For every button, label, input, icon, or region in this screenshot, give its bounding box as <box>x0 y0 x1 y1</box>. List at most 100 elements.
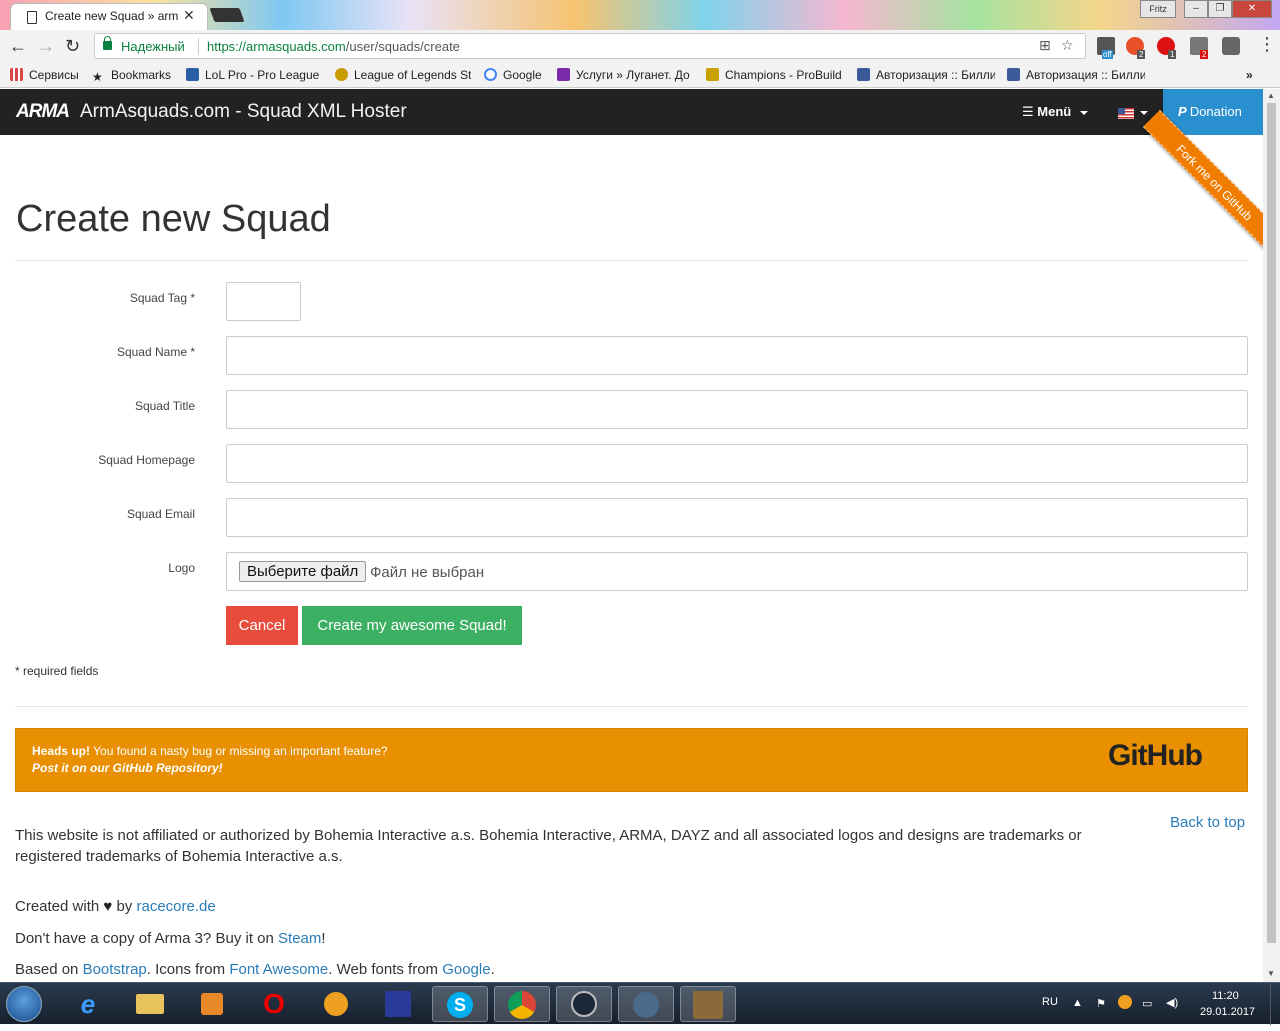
fonts-from: . Web fonts from <box>328 961 443 978</box>
squad-homepage-input[interactable] <box>226 444 1248 483</box>
bookmark-item[interactable]: Авторизация :: Билли <box>1007 68 1145 82</box>
menu-dropdown[interactable]: ☰ Menü <box>1022 104 1071 120</box>
billing-icon <box>857 68 870 81</box>
squad-homepage-label: Squad Homepage <box>98 453 195 467</box>
page-scrollbar[interactable]: ▲ ▼ <box>1263 89 1280 982</box>
browser-tab[interactable]: Create new Squad » arm ✕ <box>10 3 208 30</box>
bookmark-label: Авторизация :: Билли <box>876 68 995 82</box>
bookmark-item[interactable]: Champions - ProBuild <box>706 68 844 82</box>
start-button[interactable] <box>6 986 42 1022</box>
arma-prefix: Don't have a copy of Arma 3? Buy it on <box>15 930 279 947</box>
bookmark-star-icon[interactable]: ☆ <box>1061 37 1074 54</box>
clock-time[interactable]: 11:20 <box>1212 990 1239 1002</box>
volume-icon[interactable]: ◀) <box>1166 996 1178 1009</box>
bookmark-item[interactable]: LoL Pro - Pro League <box>186 68 320 82</box>
alert-strong: Heads up! <box>32 744 91 758</box>
squad-name-input[interactable] <box>226 336 1248 375</box>
credits-line: Based on Bootstrap. Icons from Font Awes… <box>15 961 495 978</box>
scroll-up-icon[interactable]: ▲ <box>1267 91 1275 100</box>
bookmark-label: Авторизация :: Билли <box>1026 68 1145 82</box>
bookmark-apps[interactable]: Сервисы <box>10 68 79 82</box>
squad-tag-input[interactable] <box>226 282 301 321</box>
profile-button[interactable]: Fritz <box>1140 0 1176 18</box>
browser-titlebar: Create new Squad » arm ✕ Fritz – ❐ ✕ <box>0 0 1280 30</box>
bookmark-item[interactable]: Авторизация :: Билли <box>857 68 995 82</box>
created-prefix: Created with <box>15 898 100 915</box>
steam-link[interactable]: Steam <box>278 930 321 947</box>
media-player-icon[interactable] <box>184 986 240 1022</box>
aimp-icon[interactable] <box>308 986 364 1022</box>
billing-icon <box>1007 68 1020 81</box>
new-tab-button[interactable] <box>209 8 245 22</box>
back-arrow-icon[interactable]: ← <box>9 36 27 57</box>
minimize-button[interactable]: – <box>1184 0 1208 18</box>
show-desktop-button[interactable] <box>1270 983 1280 1025</box>
address-separator <box>198 38 199 55</box>
create-squad-button[interactable]: Create my awesome Squad! <box>302 606 522 645</box>
bookmarks-bar: Сервисы ★ Bookmarks LoL Pro - Pro League … <box>0 62 1280 88</box>
save-disk-icon[interactable] <box>370 986 426 1022</box>
choose-file-button[interactable]: Выберите файл <box>239 561 367 582</box>
address-bar[interactable]: Надежный https://armasquads.com/user/squ… <box>94 33 1086 59</box>
steam-icon[interactable] <box>556 986 612 1022</box>
language-indicator[interactable]: RU <box>1042 996 1058 1008</box>
close-window-button[interactable]: ✕ <box>1232 0 1272 18</box>
arma-logo[interactable]: ARMA <box>16 101 70 123</box>
us-flag-icon[interactable] <box>1118 108 1134 119</box>
fontawesome-link[interactable]: Font Awesome <box>229 961 328 978</box>
close-tab-icon[interactable]: ✕ <box>183 7 195 24</box>
action-center-icon[interactable]: ⚑ <box>1096 997 1106 1010</box>
reload-icon[interactable]: ↻ <box>65 36 80 57</box>
more-bookmarks-icon[interactable]: » <box>1246 68 1253 82</box>
squad-title-input[interactable] <box>226 390 1248 429</box>
extension-badge: 1 <box>1168 50 1177 59</box>
squad-title-label: Squad Title <box>134 399 195 413</box>
opera-icon[interactable]: O <box>246 986 302 1022</box>
site-navbar: ARMA ArmAsquads.com - Squad XML Hoster ☰… <box>0 89 1263 135</box>
network-icon[interactable]: ▭ <box>1142 997 1152 1010</box>
bookmark-folder[interactable]: ★ Bookmarks <box>92 68 171 83</box>
show-hidden-icons[interactable]: ▲ <box>1072 997 1083 1009</box>
bookmark-item[interactable]: Google <box>484 68 542 82</box>
document-icon <box>27 11 37 24</box>
squad-email-input[interactable] <box>226 498 1248 537</box>
back-to-top-link[interactable]: Back to top <box>1170 814 1245 831</box>
squad-name-label: Squad Name * <box>116 345 195 359</box>
clock-date[interactable]: 29.01.2017 <box>1200 1006 1255 1018</box>
scroll-down-icon[interactable]: ▼ <box>1267 969 1275 978</box>
aimp-tray-icon[interactable] <box>1118 995 1132 1009</box>
extension-icon[interactable] <box>1222 37 1240 55</box>
logo-file-input[interactable]: Выберите файл Файл не выбран <box>226 552 1248 591</box>
google-fonts-link[interactable]: Google <box>442 961 490 978</box>
bookmark-item[interactable]: Услуги » Луганет. До <box>557 68 693 82</box>
disclaimer: This website is not affiliated or author… <box>15 827 1082 865</box>
racecore-link[interactable]: racecore.de <box>136 898 215 915</box>
extension-badge: off <box>1102 50 1113 59</box>
github-logo[interactable]: GitHub <box>1108 739 1203 773</box>
bookmark-item[interactable]: League of Legends St <box>335 68 471 82</box>
github-repo-link[interactable]: Post it on our GitHub Repository! <box>32 761 223 775</box>
chrome-icon[interactable] <box>494 986 550 1022</box>
bootstrap-link[interactable]: Bootstrap <box>83 961 147 978</box>
donation-label: Donation <box>1189 104 1242 119</box>
forward-arrow-icon[interactable]: → <box>37 36 55 57</box>
maximize-button[interactable]: ❐ <box>1208 0 1232 18</box>
windows-taskbar: e O S RU ▲ ⚑ ▭ ◀) 11:20 29.01.2017 <box>0 982 1280 1025</box>
game-app-icon[interactable] <box>680 986 736 1022</box>
icons-from: . Icons from <box>146 961 230 978</box>
url-path: /user/squads/create <box>345 39 460 54</box>
file-status: Файл не выбран <box>370 564 485 581</box>
teamspeak-icon[interactable] <box>618 986 674 1022</box>
skype-icon[interactable]: S <box>432 986 488 1022</box>
site-brand[interactable]: ArmAsquads.com - Squad XML Hoster <box>80 101 407 123</box>
logo-label: Logo <box>168 561 195 575</box>
arma-suffix: ! <box>321 930 326 947</box>
internet-explorer-icon[interactable]: e <box>60 986 116 1022</box>
cancel-button[interactable]: Cancel <box>226 606 298 645</box>
scrollbar-thumb[interactable] <box>1267 103 1276 943</box>
explorer-folder-icon[interactable] <box>122 986 178 1022</box>
chrome-menu-icon[interactable]: ⋮ <box>1258 34 1276 55</box>
squad-email-label: Squad Email <box>126 507 195 521</box>
url-text[interactable]: https://armasquads.com/user/squads/creat… <box>207 39 460 54</box>
translate-icon[interactable]: ⊞ <box>1039 37 1051 54</box>
